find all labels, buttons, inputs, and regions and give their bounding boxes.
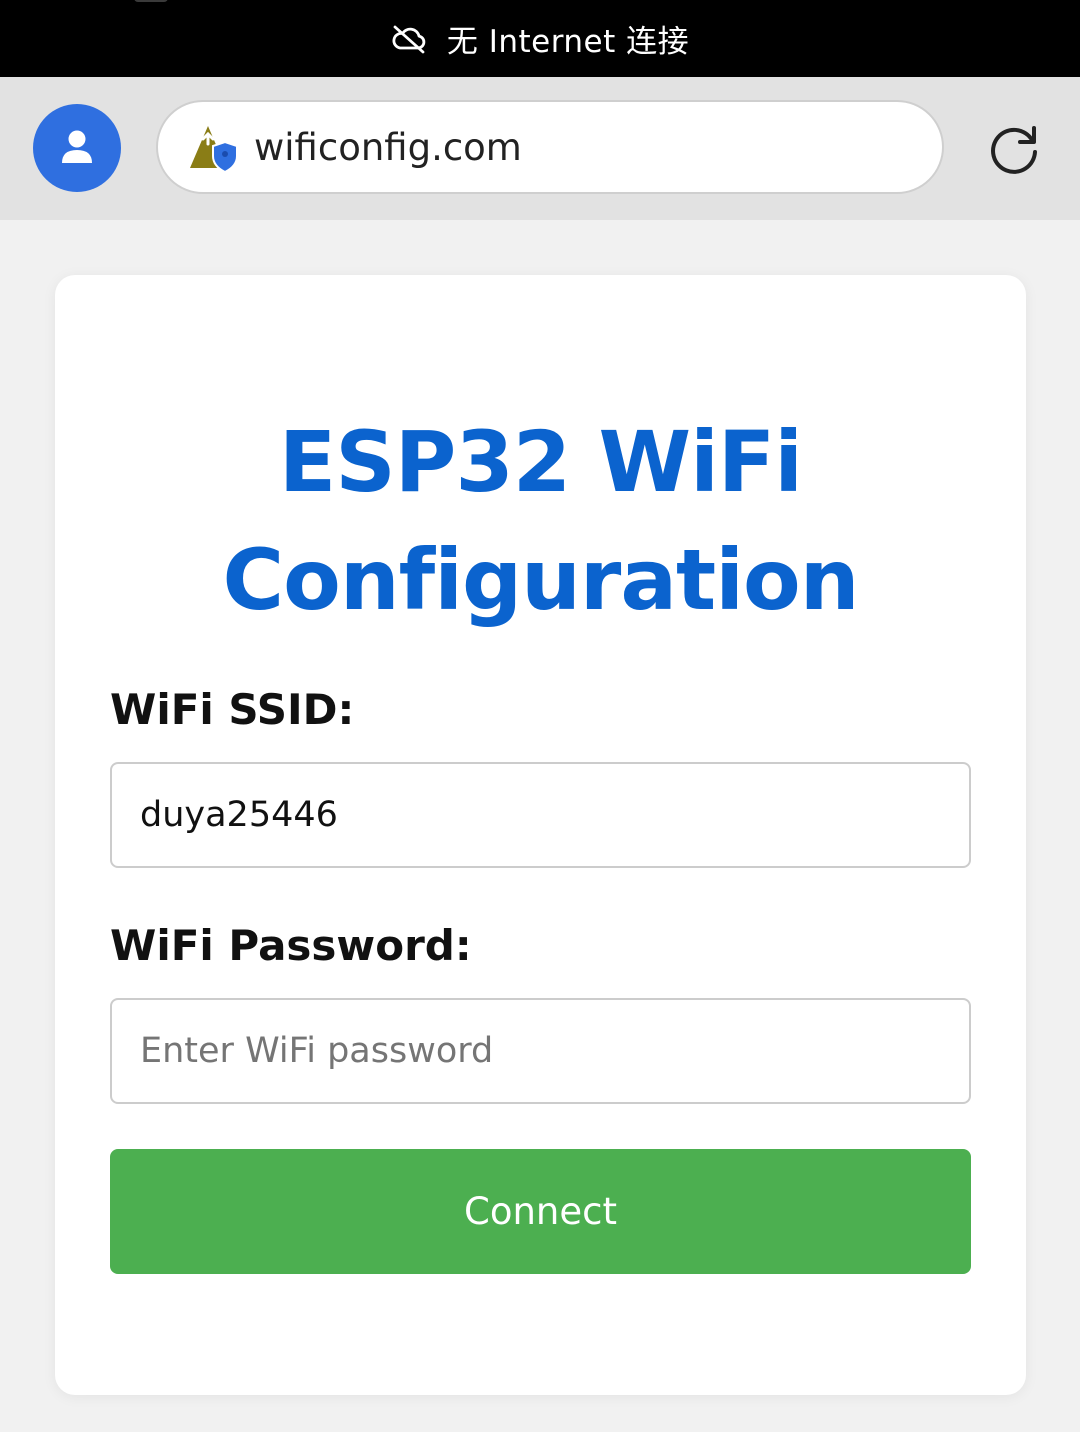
browser-toolbar: wificonfig.com: [0, 77, 1080, 220]
no-internet-status-text: 无 Internet 连接: [446, 24, 690, 60]
address-bar[interactable]: wificonfig.com: [156, 100, 944, 194]
wifi-config-card: ESP32 WiFi Configuration WiFi SSID: WiFi…: [55, 275, 1026, 1395]
url-text: wificonfig.com: [254, 126, 522, 169]
password-input[interactable]: [110, 998, 971, 1104]
status-bar: 无 Internet 连接: [0, 0, 1080, 77]
ssid-input[interactable]: [110, 762, 971, 868]
profile-button[interactable]: [33, 104, 121, 192]
password-label: WiFi Password:: [110, 921, 472, 970]
cloud-off-icon: [392, 25, 426, 53]
page-title: ESP32 WiFi Configuration: [222, 413, 860, 629]
status-bar-notch-peek: [134, 0, 168, 2]
connect-button[interactable]: Connect: [110, 1149, 971, 1274]
ssid-label: WiFi SSID:: [110, 685, 355, 734]
user-avatar-icon: [62, 130, 92, 163]
reload-icon[interactable]: [984, 120, 1044, 180]
site-security-icon: [190, 126, 238, 174]
